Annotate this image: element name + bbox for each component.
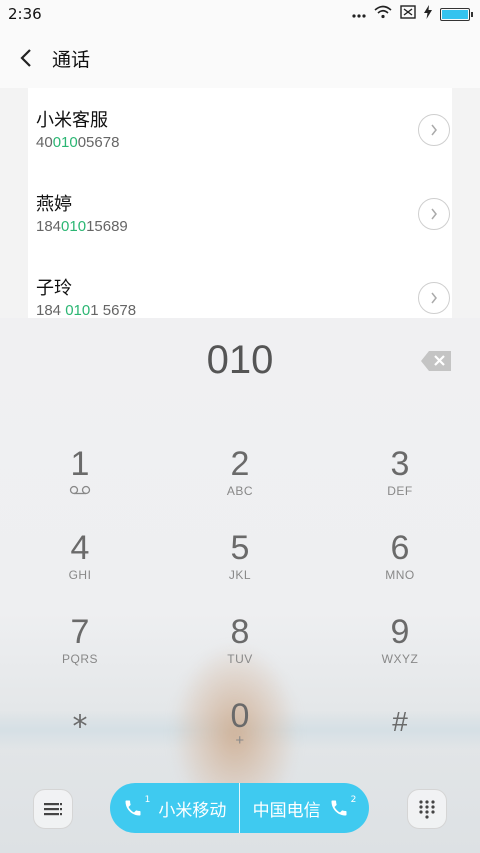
dial-key-star[interactable]: ⁎ — [20, 700, 140, 778]
key-digit: 8 — [230, 613, 250, 651]
dial-key-3[interactable]: 3 DEF — [340, 446, 460, 524]
key-digit: # — [392, 706, 408, 737]
menu-button[interactable] — [33, 789, 73, 829]
key-letters: PQRS — [61, 652, 98, 666]
contact-row[interactable]: 燕婷 18401015689 — [28, 172, 452, 256]
chevron-right-icon — [431, 208, 437, 220]
contact-number: 18401015689 — [36, 218, 128, 235]
dial-key-0[interactable]: 0 + — [180, 698, 300, 776]
dial-key-5[interactable]: 5 JKL — [180, 530, 300, 608]
key-digit: ⁎ — [72, 701, 88, 734]
key-digit: 1 — [70, 445, 90, 483]
key-digit: 6 — [390, 529, 410, 567]
call-bar: 1 小米移动 中国电信 2 — [110, 783, 369, 833]
key-letters: ABC — [226, 484, 254, 498]
key-digit: 0 — [230, 697, 250, 735]
key-digit: 4 — [70, 529, 90, 567]
phone-icon — [125, 800, 141, 816]
sim2-carrier-label: 中国电信 — [252, 800, 321, 821]
sim-index: 2 — [350, 795, 357, 805]
dial-key-1[interactable]: 1 — [20, 446, 140, 524]
dial-key-7[interactable]: 7 PQRS — [20, 614, 140, 692]
contact-detail-button[interactable] — [418, 282, 450, 314]
contact-name: 燕婷 — [36, 194, 72, 215]
key-letters: TUV — [227, 652, 253, 666]
dial-key-4[interactable]: 4 GHI — [20, 530, 140, 608]
sim-index: 1 — [144, 795, 151, 805]
keypad-toggle-button[interactable] — [407, 789, 447, 829]
key-digit: 2 — [230, 445, 250, 483]
keypad-icon — [419, 800, 435, 819]
contact-row[interactable]: 小米客服 4001005678 — [28, 88, 452, 172]
key-letters: MNO — [385, 568, 415, 582]
call-sim1-button[interactable]: 1 小米移动 — [110, 783, 240, 833]
backspace-button[interactable] — [420, 350, 452, 372]
dialed-number: 010 — [206, 338, 274, 382]
status-time: 2:36 — [8, 5, 42, 23]
key-letters: DEF — [387, 484, 413, 498]
call-sim2-button[interactable]: 中国电信 2 — [240, 783, 369, 833]
wifi-icon — [374, 5, 392, 23]
charging-icon — [424, 5, 432, 23]
voicemail-icon — [69, 485, 91, 495]
page-title: 通话 — [52, 48, 91, 71]
backspace-icon — [421, 351, 451, 371]
app-header: 通话 — [0, 28, 480, 88]
more-dots-icon — [352, 5, 366, 23]
sim1-carrier-label: 小米移动 — [158, 800, 227, 821]
status-bar: 2:36 — [0, 0, 480, 28]
key-letters: WXYZ — [381, 652, 419, 666]
contact-detail-button[interactable] — [418, 198, 450, 230]
menu-icon — [44, 803, 62, 816]
back-arrow-icon — [20, 49, 31, 67]
contact-detail-button[interactable] — [418, 114, 450, 146]
contact-results-list: 小米客服 4001005678 燕婷 18401015689 子玲 184 01… — [28, 88, 452, 319]
contact-name: 小米客服 — [36, 110, 108, 131]
chevron-right-icon — [431, 292, 437, 304]
status-icons — [352, 5, 473, 23]
contact-name: 子玲 — [36, 278, 72, 299]
key-digit: 9 — [390, 613, 410, 651]
dial-key-8[interactable]: 8 TUV — [180, 614, 300, 692]
key-letters: JKL — [228, 568, 252, 582]
key-digit: 3 — [390, 445, 410, 483]
phone-icon — [331, 800, 347, 816]
dial-key-hash[interactable]: # — [340, 704, 460, 782]
dial-key-2[interactable]: 2 ABC — [180, 446, 300, 524]
contact-number: 184 0101 5678 — [36, 302, 137, 319]
key-digit: 5 — [230, 529, 250, 567]
key-letters: + — [235, 732, 245, 749]
dial-key-6[interactable]: 6 MNO — [340, 530, 460, 608]
chevron-right-icon — [431, 124, 437, 136]
signal-icon — [400, 5, 416, 23]
contact-number: 4001005678 — [36, 134, 120, 151]
back-button[interactable] — [0, 28, 52, 88]
dial-key-9[interactable]: 9 WXYZ — [340, 614, 460, 692]
key-digit: 7 — [70, 613, 90, 651]
key-letters: GHI — [68, 568, 92, 582]
battery-icon — [440, 7, 473, 21]
